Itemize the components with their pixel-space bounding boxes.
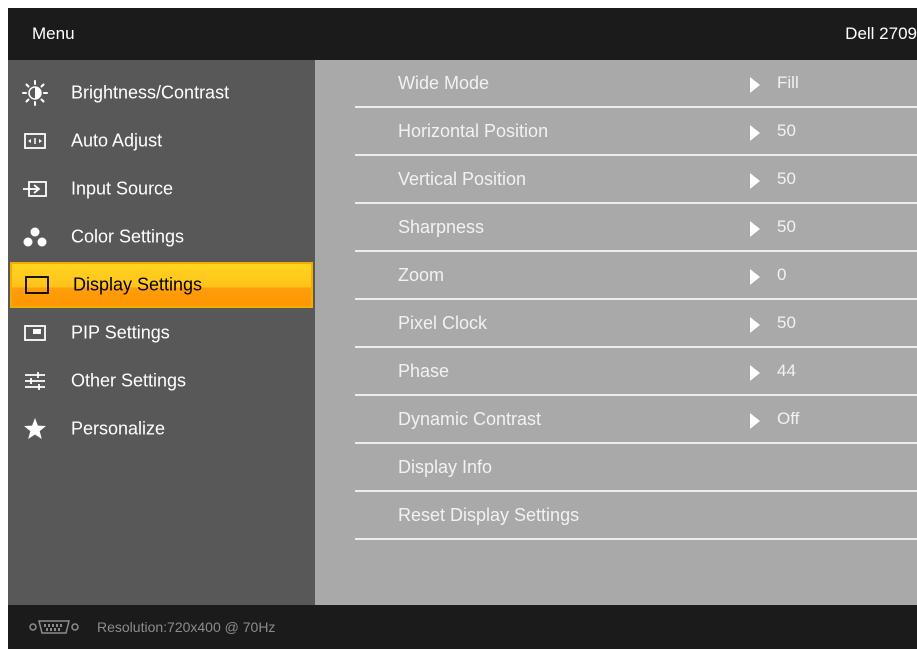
setting-label: Reset Display Settings	[398, 505, 580, 525]
resolution-status: Resolution:720x400 @ 70Hz	[97, 619, 276, 635]
sidebar-item-brightness-contrast[interactable]: Brightness/Contrast	[8, 70, 315, 116]
sidebar-item-label: PIP Settings	[71, 322, 170, 343]
arrow-right-icon	[750, 173, 760, 189]
auto-adjust-icon	[22, 128, 48, 154]
setting-label: Pixel Clock	[398, 313, 488, 333]
arrow-right-icon	[750, 365, 760, 381]
setting-vertical-position[interactable]: Vertical Position 50	[355, 156, 917, 204]
setting-value: 0	[777, 265, 787, 284]
sidebar-item-color-settings[interactable]: Color Settings	[8, 214, 315, 260]
setting-label: Display Info	[398, 457, 493, 477]
settings-panel: Wide Mode Fill Horizontal Position 50 Ve…	[315, 60, 917, 605]
setting-phase[interactable]: Phase 44	[355, 348, 917, 396]
sidebar-item-label: Color Settings	[71, 226, 185, 247]
arrow-right-icon	[750, 221, 760, 237]
setting-value: Off	[777, 409, 800, 428]
sidebar-item-label: Input Source	[71, 178, 174, 199]
vga-connector-icon	[28, 619, 80, 635]
sidebar-item-label: Display Settings	[73, 274, 203, 295]
color-settings-icon	[22, 224, 48, 250]
arrow-right-icon	[750, 269, 760, 285]
setting-value: 50	[777, 169, 796, 188]
title-bar: Menu Dell 2709	[8, 8, 917, 60]
setting-label: Vertical Position	[398, 169, 527, 189]
setting-value: 44	[777, 361, 796, 380]
setting-label: Phase	[398, 361, 450, 381]
setting-label: Horizontal Position	[398, 121, 549, 141]
divider	[355, 538, 917, 540]
setting-display-info[interactable]: Display Info	[355, 444, 917, 492]
sidebar-item-label: Brightness/Contrast	[71, 82, 230, 103]
sidebar-item-other-settings[interactable]: Other Settings	[8, 358, 315, 404]
setting-label: Wide Mode	[398, 73, 490, 93]
arrow-right-icon	[750, 413, 760, 429]
other-settings-icon	[22, 368, 48, 394]
setting-label: Sharpness	[398, 217, 485, 237]
status-footer: Resolution:720x400 @ 70Hz	[8, 605, 917, 649]
setting-reset-display-settings[interactable]: Reset Display Settings	[355, 492, 917, 540]
setting-label: Zoom	[398, 265, 445, 285]
setting-label: Dynamic Contrast	[398, 409, 542, 429]
arrow-right-icon	[750, 77, 760, 93]
brightness-icon	[22, 80, 48, 106]
sidebar-item-label: Other Settings	[71, 370, 187, 391]
osd-menu: Menu Dell 2709 Brightness/Contrast Auto …	[8, 8, 917, 649]
arrow-right-icon	[750, 125, 760, 141]
star-icon	[22, 416, 48, 442]
setting-zoom[interactable]: Zoom 0	[355, 252, 917, 300]
setting-value: 50	[777, 313, 796, 332]
sidebar-item-label: Personalize	[71, 418, 166, 439]
sidebar-item-auto-adjust[interactable]: Auto Adjust	[8, 118, 315, 164]
sidebar-item-personalize[interactable]: Personalize	[8, 406, 315, 452]
setting-dynamic-contrast[interactable]: Dynamic Contrast Off	[355, 396, 917, 444]
input-source-icon	[22, 176, 48, 202]
sidebar: Brightness/Contrast Auto Adjust Input So…	[8, 60, 315, 605]
setting-pixel-clock[interactable]: Pixel Clock 50	[355, 300, 917, 348]
sidebar-item-input-source[interactable]: Input Source	[8, 166, 315, 212]
pip-settings-icon	[22, 320, 48, 346]
sidebar-item-label: Auto Adjust	[71, 130, 163, 151]
setting-horizontal-position[interactable]: Horizontal Position 50	[355, 108, 917, 156]
monitor-model: Dell 2709	[845, 24, 917, 43]
display-settings-icon	[24, 272, 50, 298]
setting-value: 50	[777, 121, 796, 140]
sidebar-item-display-settings[interactable]: Display Settings	[10, 262, 313, 308]
setting-sharpness[interactable]: Sharpness 50	[355, 204, 917, 252]
setting-wide-mode[interactable]: Wide Mode Fill	[355, 60, 917, 108]
setting-value: 50	[777, 217, 796, 236]
menu-title: Menu	[32, 24, 75, 43]
setting-value: Fill	[777, 73, 799, 92]
sidebar-item-pip-settings[interactable]: PIP Settings	[8, 310, 315, 356]
arrow-right-icon	[750, 317, 760, 333]
